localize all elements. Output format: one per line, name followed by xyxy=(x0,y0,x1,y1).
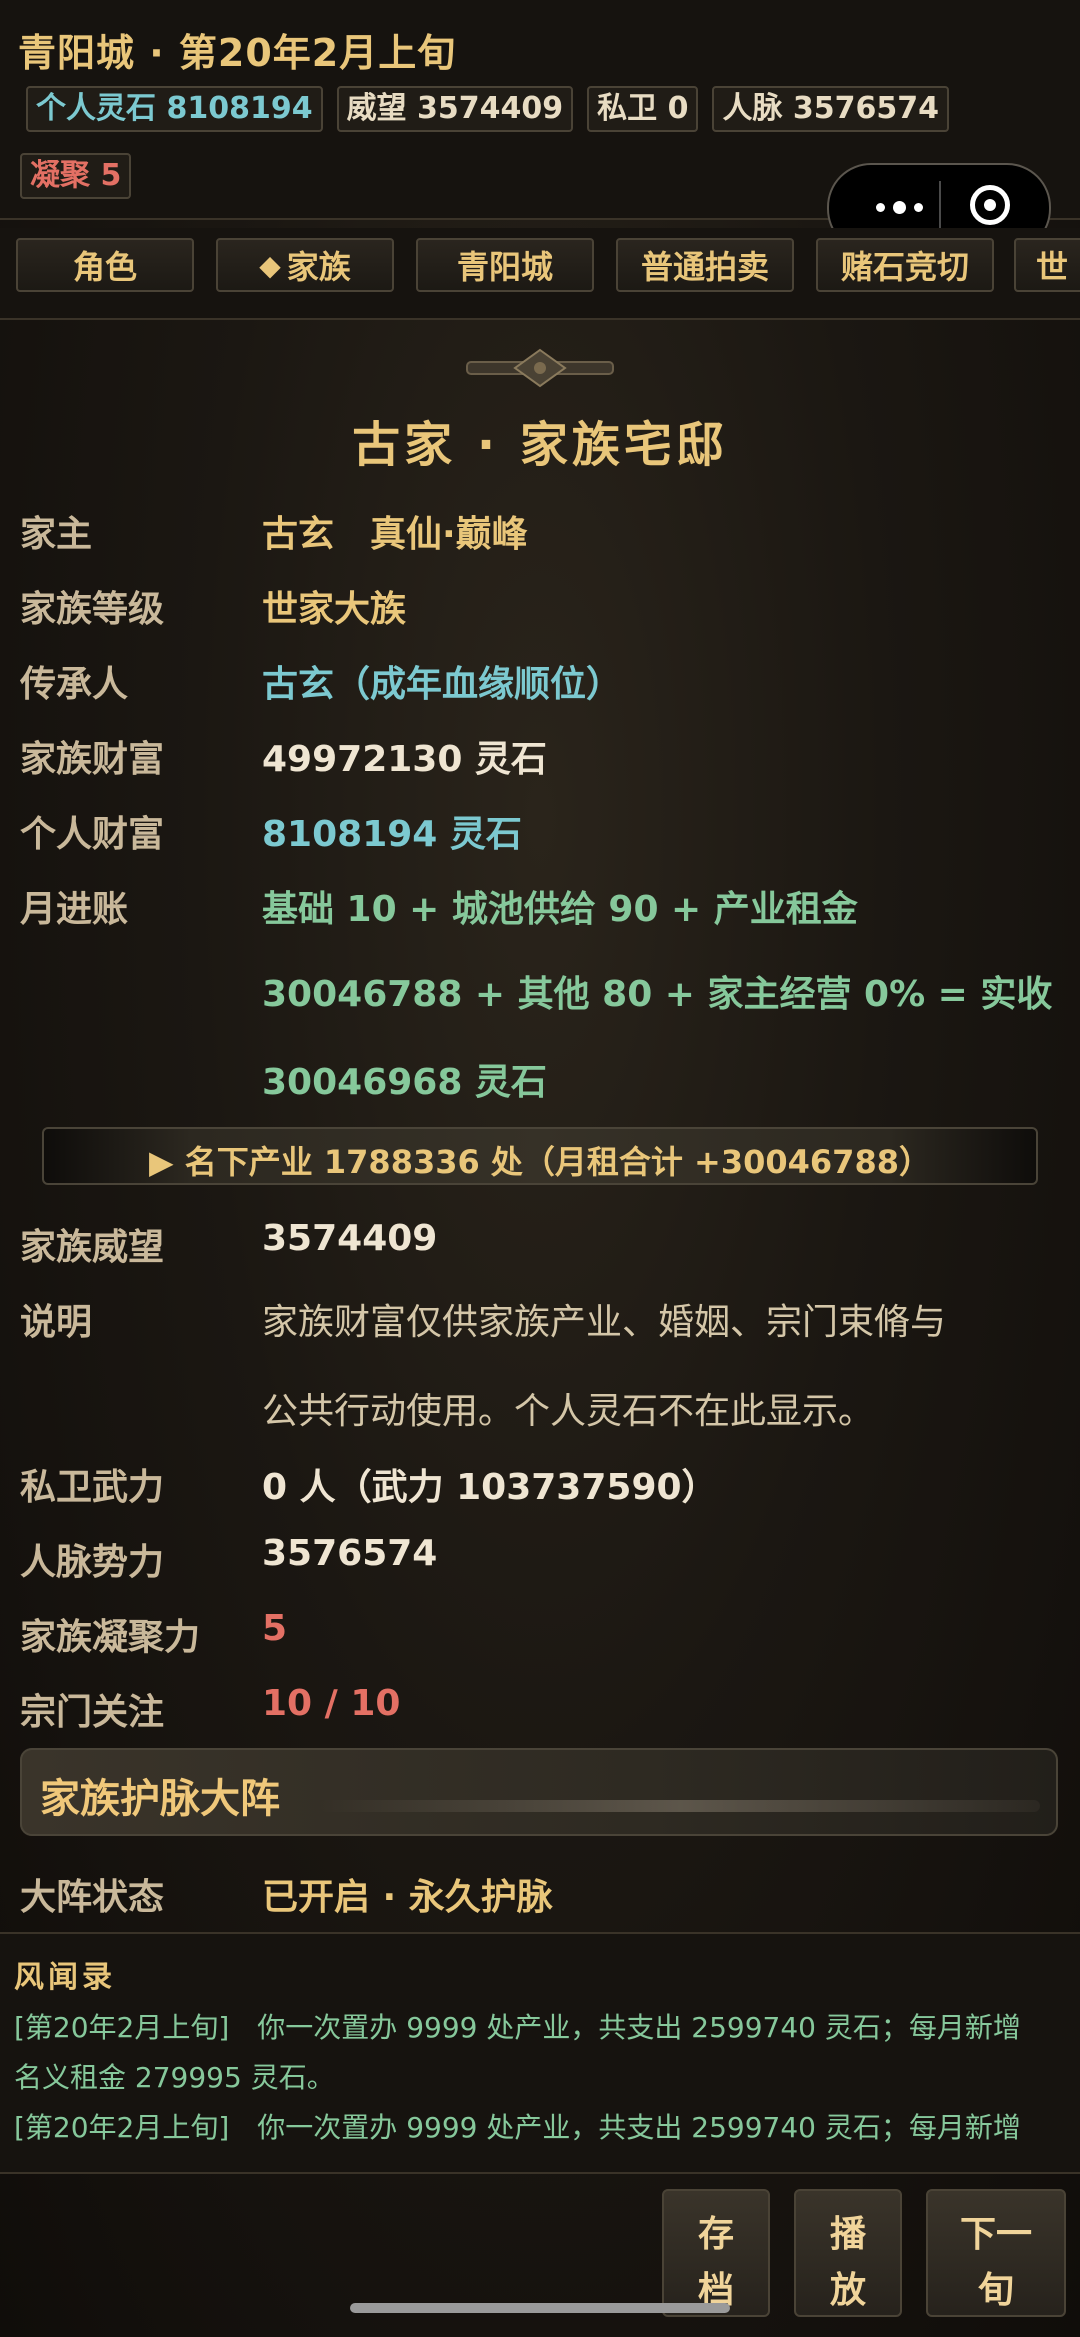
array-status-label: 大阵状态 xyxy=(20,1877,165,1918)
tab-world[interactable]: 世 xyxy=(1014,238,1080,292)
personal-wealth-value: 8108194 灵石 xyxy=(262,814,522,855)
cohesion-value: 5 xyxy=(262,1608,288,1649)
log-entry-continued: 名义租金 279995 灵石。 xyxy=(14,2061,335,2094)
monthly-income-label: 月进账 xyxy=(20,889,129,930)
tab-qingyang[interactable]: 青阳城 xyxy=(416,238,594,292)
section-title: 家族护脉大阵 xyxy=(40,1776,280,1822)
close-target-icon[interactable] xyxy=(970,185,1010,225)
next-label-1: 下一 xyxy=(959,2214,1032,2255)
location-date-title: 青阳城 · 第20年2月上旬 xyxy=(18,31,457,75)
next-period-button[interactable]: 下一 旬 xyxy=(926,2189,1066,2317)
more-icon[interactable] xyxy=(857,183,941,231)
sect-attention-value: 10 / 10 xyxy=(262,1683,401,1724)
log-entry: [第20年2月上旬] 你一次置办 9999 处产业，共支出 2599740 灵石… xyxy=(14,2011,1021,2044)
tab-gamble-label: 赌石竞切 xyxy=(840,248,969,286)
monthly-income-line3: 30046968 灵石 xyxy=(262,1062,547,1103)
network-value: 3576574 xyxy=(262,1533,438,1574)
capsule-divider xyxy=(939,181,941,235)
log-entry: [第20年2月上旬] 你一次置办 9999 处产业，共支出 2599740 灵石… xyxy=(14,2111,1021,2144)
cohesion-badge: 凝聚 5 xyxy=(20,153,132,199)
ornament-icon xyxy=(466,348,614,388)
guard-label: 私卫武力 xyxy=(20,1467,165,1508)
note-line2: 公共行动使用。个人灵石不在此显示。 xyxy=(262,1391,875,1432)
news-log-panel[interactable]: 风闻录 [第20年2月上旬] 你一次置办 9999 处产业，共支出 259974… xyxy=(0,1932,1080,2174)
cohesion-label: 家族凝聚力 xyxy=(20,1617,201,1658)
page-title: 古家 · 家族宅邸 xyxy=(352,417,728,473)
family-wealth-label: 家族财富 xyxy=(20,739,165,780)
tab-gamble[interactable]: 赌石竞切 xyxy=(816,238,994,292)
guardian-array-section-header: 家族护脉大阵 xyxy=(20,1748,1058,1836)
property-banner-label: ▶ 名下产业 1788336 处（月租合计 +30046788） xyxy=(149,1143,931,1181)
brush-stroke-decoration xyxy=(320,1800,1040,1812)
tab-auction-label: 普通拍卖 xyxy=(640,248,769,286)
note-line1: 家族财富仅供家族产业、婚姻、宗门束脩与 xyxy=(262,1302,947,1343)
tab-world-label: 世 xyxy=(1036,248,1069,286)
sect-attention-label: 宗门关注 xyxy=(20,1692,165,1733)
personal-lingshi-badge: 个人灵石 8108194 xyxy=(26,86,323,132)
stats-row: 个人灵石 8108194 威望 3574409 私卫 0 人脉 3576574 xyxy=(26,86,950,132)
guard-value: 0 人（武力 103737590） xyxy=(262,1467,718,1508)
heir-value: 古玄（成年血缘顺位） xyxy=(262,664,623,705)
property-banner-button[interactable]: ▶ 名下产业 1788336 处（月租合计 +30046788） xyxy=(42,1127,1038,1185)
head-label: 家主 xyxy=(20,514,93,555)
top-status-bar: 青阳城 · 第20年2月上旬 个人灵石 8108194 威望 3574409 私… xyxy=(0,0,1080,253)
prestige-badge: 威望 3574409 xyxy=(336,86,574,132)
tab-qingyang-label: 青阳城 xyxy=(456,248,553,286)
array-status-value: 已开启 · 永久护脉 xyxy=(262,1877,553,1918)
save-label-1: 存 xyxy=(697,2214,734,2255)
tab-role-label: 角色 xyxy=(72,248,137,286)
home-indicator[interactable] xyxy=(350,2303,730,2313)
nav-tabs: 角色 ◆ 家族 青阳城 普通拍卖 赌石竞切 世 xyxy=(0,228,1080,320)
play-label-2: 放 xyxy=(829,2270,866,2311)
tab-family[interactable]: ◆ 家族 xyxy=(216,238,394,292)
heir-label: 传承人 xyxy=(20,664,129,705)
diamond-icon: ◆ xyxy=(259,248,281,282)
prestige-label: 家族威望 xyxy=(20,1227,165,1268)
tab-auction[interactable]: 普通拍卖 xyxy=(616,238,794,292)
level-label: 家族等级 xyxy=(20,589,165,630)
guard-badge: 私卫 0 xyxy=(587,86,699,132)
personal-wealth-label: 个人财富 xyxy=(20,814,165,855)
save-button[interactable]: 存 档 xyxy=(662,2189,770,2317)
log-title: 风闻录 xyxy=(14,1960,116,1995)
network-badge: 人脉 3576574 xyxy=(712,86,950,132)
network-label: 人脉势力 xyxy=(20,1542,165,1583)
note-label: 说明 xyxy=(20,1302,93,1343)
next-label-2: 旬 xyxy=(977,2270,1014,2311)
monthly-income-line2: 30046788 + 其他 80 + 家主经营 0% = 实收 xyxy=(262,974,1053,1015)
play-button[interactable]: 播 放 xyxy=(794,2189,902,2317)
head-value: 古玄 真仙·巅峰 xyxy=(262,514,528,555)
tab-family-label: 家族 xyxy=(286,248,351,286)
tab-role[interactable]: 角色 xyxy=(16,238,194,292)
play-label-1: 播 xyxy=(829,2214,866,2255)
prestige-value: 3574409 xyxy=(262,1218,438,1259)
level-value: 世家大族 xyxy=(262,589,407,630)
monthly-income-line1: 基础 10 + 城池供给 90 + 产业租金 xyxy=(262,889,858,930)
family-wealth-value: 49972130 灵石 xyxy=(262,739,547,780)
